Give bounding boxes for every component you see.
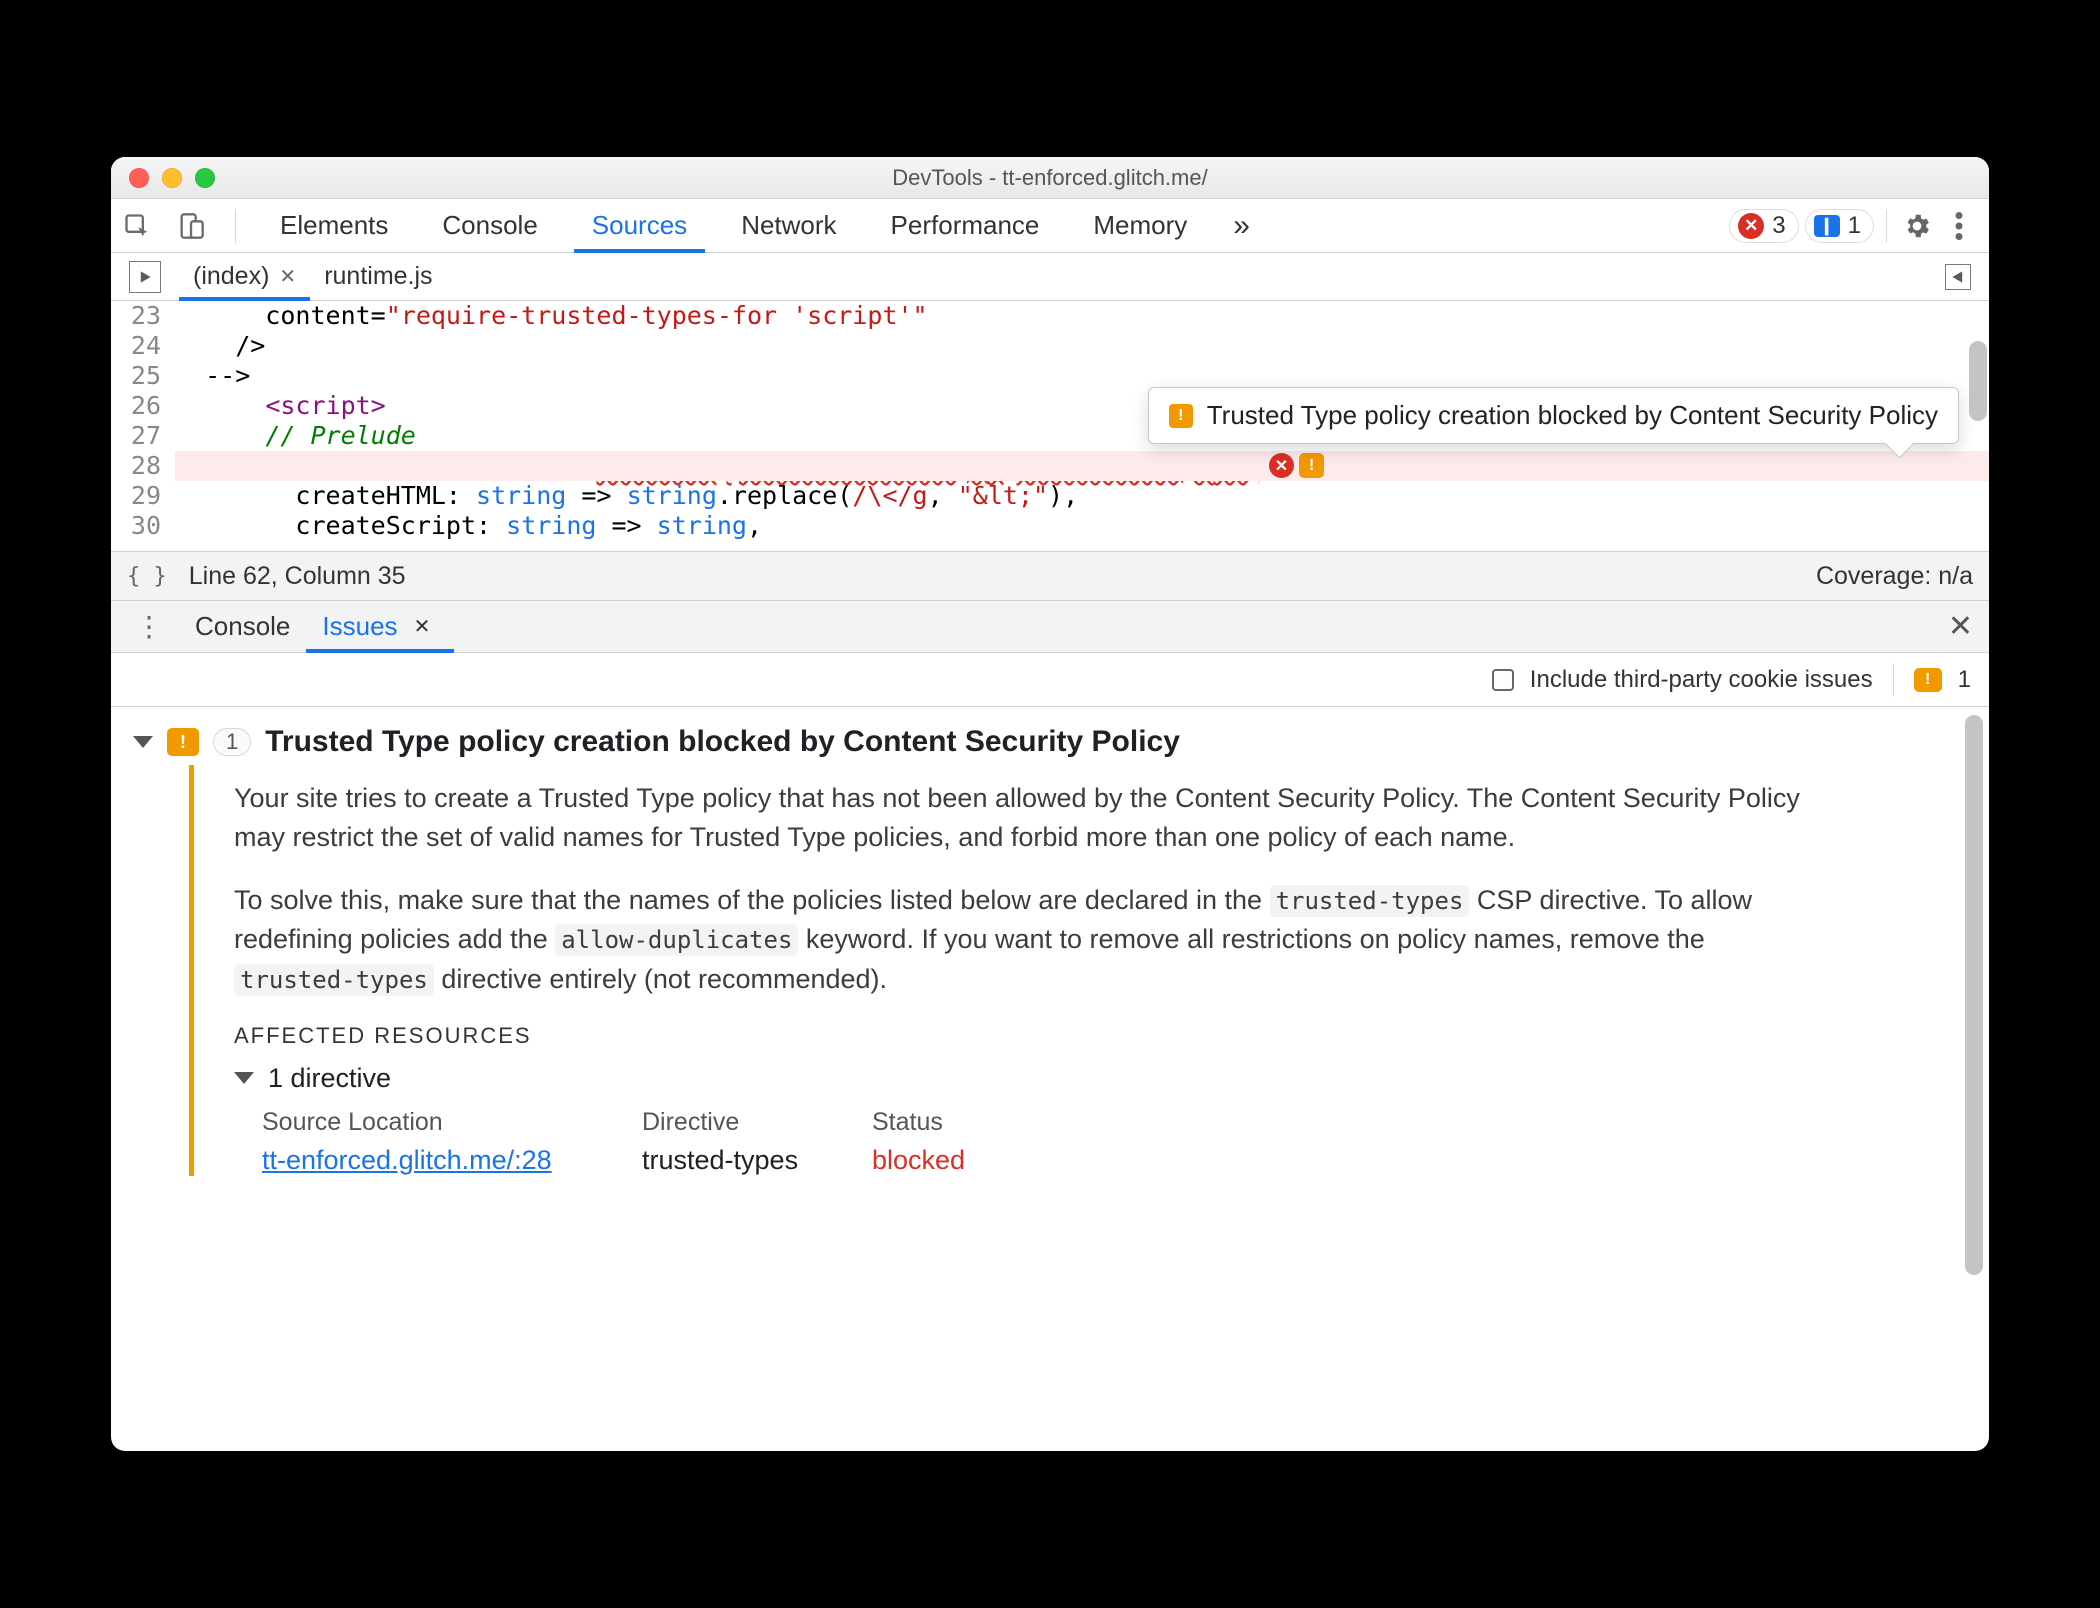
close-icon[interactable]: ✕: [406, 614, 439, 639]
issues-warn-count: 1: [1958, 666, 1971, 694]
navigator-toggle-icon[interactable]: [129, 261, 161, 293]
td-directive: trusted-types: [642, 1145, 872, 1176]
code-editor[interactable]: 2324252627282930 content="require-truste…: [111, 301, 1989, 551]
code-line[interactable]: createScript: string => string,: [175, 511, 1989, 541]
code-token: allow-duplicates: [555, 924, 798, 956]
source-tab-label: runtime.js: [324, 262, 432, 291]
warning-badge-icon[interactable]: !: [1299, 453, 1324, 478]
tooltip-text: Trusted Type policy creation blocked by …: [1207, 400, 1938, 431]
source-tab-index[interactable]: (index) ✕: [179, 253, 310, 301]
window-title: DevTools - tt-enforced.glitch.me/: [111, 165, 1989, 191]
source-tab-strip: (index) ✕ runtime.js: [111, 253, 1989, 301]
scrollbar-thumb[interactable]: [1969, 341, 1987, 421]
affected-resources-table: Source Location Directive Status tt-enfo…: [262, 1108, 1965, 1176]
drawer-close-icon[interactable]: ✕: [1940, 609, 1981, 644]
source-tab-label: (index): [193, 262, 269, 291]
error-icon: ✕: [1738, 213, 1764, 239]
warning-icon: !: [167, 728, 199, 756]
warning-icon: !: [1169, 404, 1193, 428]
th-status: Status: [872, 1108, 1072, 1137]
close-icon[interactable]: ✕: [279, 264, 296, 289]
warning-tooltip: ! Trusted Type policy creation blocked b…: [1148, 387, 1959, 444]
code-token: trusted-types: [234, 964, 434, 996]
main-tab-strip: Elements Console Sources Network Perform…: [111, 199, 1989, 253]
kebab-menu-icon[interactable]: [1941, 208, 1977, 244]
device-toolbar-icon[interactable]: [173, 208, 209, 244]
editor-status-bar: { } Line 62, Column 35 Coverage: n/a: [111, 551, 1989, 601]
tab-elements[interactable]: Elements: [262, 199, 406, 253]
issue-description-2: To solve this, make sure that the names …: [234, 881, 1824, 998]
info-count: 1: [1848, 212, 1861, 240]
drawer-tab-label: Issues: [322, 611, 397, 642]
error-count-pill[interactable]: ✕ 3: [1729, 209, 1798, 243]
drawer-menu-icon[interactable]: ⋮: [119, 610, 179, 643]
issue-count-badge: 1: [213, 728, 251, 756]
th-directive: Directive: [642, 1108, 872, 1137]
cursor-position: Line 62, Column 35: [189, 562, 406, 591]
source-tab-runtime[interactable]: runtime.js: [310, 253, 446, 301]
error-badge-icon[interactable]: ✕: [1269, 453, 1294, 478]
source-location-link[interactable]: tt-enforced.glitch.me/:28: [262, 1145, 642, 1176]
code-line[interactable]: />: [175, 331, 1989, 361]
tab-network[interactable]: Network: [723, 199, 854, 253]
third-party-label: Include third-party cookie issues: [1530, 666, 1873, 694]
tab-performance[interactable]: Performance: [873, 199, 1058, 253]
debugger-pane-toggle-icon[interactable]: [1945, 264, 1971, 290]
directive-summary: 1 directive: [268, 1063, 391, 1094]
info-icon: ❙: [1814, 215, 1840, 237]
drawer-tab-console[interactable]: Console: [179, 601, 306, 653]
error-count: 3: [1772, 212, 1785, 240]
drawer-tab-strip: ⋮ Console Issues ✕ ✕: [111, 601, 1989, 653]
inspect-element-icon[interactable]: [119, 208, 155, 244]
affected-resources-heading: AFFECTED RESOURCES: [234, 1023, 1965, 1049]
drawer-tab-issues[interactable]: Issues ✕: [306, 601, 454, 653]
coverage-status: Coverage: n/a: [1816, 562, 1973, 591]
code-line[interactable]: createHTML: string => string.replace(/\<…: [175, 481, 1989, 511]
warning-icon: !: [1914, 668, 1942, 692]
devtools-window: DevTools - tt-enforced.glitch.me/ Elemen…: [111, 157, 1989, 1451]
td-status: blocked: [872, 1145, 1072, 1176]
code-token: trusted-types: [1270, 885, 1470, 917]
tab-memory[interactable]: Memory: [1075, 199, 1205, 253]
chevron-down-icon[interactable]: [234, 1072, 254, 1084]
chevron-down-icon[interactable]: [133, 736, 153, 748]
tab-console[interactable]: Console: [424, 199, 555, 253]
scrollbar-thumb[interactable]: [1965, 715, 1983, 1275]
tab-overflow[interactable]: »: [1223, 199, 1260, 253]
info-count-pill[interactable]: ❙ 1: [1805, 209, 1874, 243]
th-source-location: Source Location: [262, 1108, 642, 1137]
tab-sources[interactable]: Sources: [574, 199, 705, 253]
code-line[interactable]: content="require-trusted-types-for 'scri…: [175, 301, 1989, 331]
third-party-checkbox[interactable]: [1492, 669, 1514, 691]
settings-icon[interactable]: [1899, 208, 1935, 244]
pretty-print-icon[interactable]: { }: [127, 564, 167, 589]
issue-title: Trusted Type policy creation blocked by …: [265, 725, 1180, 759]
issues-panel: ! 1 Trusted Type policy creation blocked…: [111, 707, 1989, 1451]
issues-toolbar: Include third-party cookie issues ! 1: [111, 653, 1989, 707]
issue-description-1: Your site tries to create a Trusted Type…: [234, 779, 1824, 857]
titlebar: DevTools - tt-enforced.glitch.me/: [111, 157, 1989, 199]
